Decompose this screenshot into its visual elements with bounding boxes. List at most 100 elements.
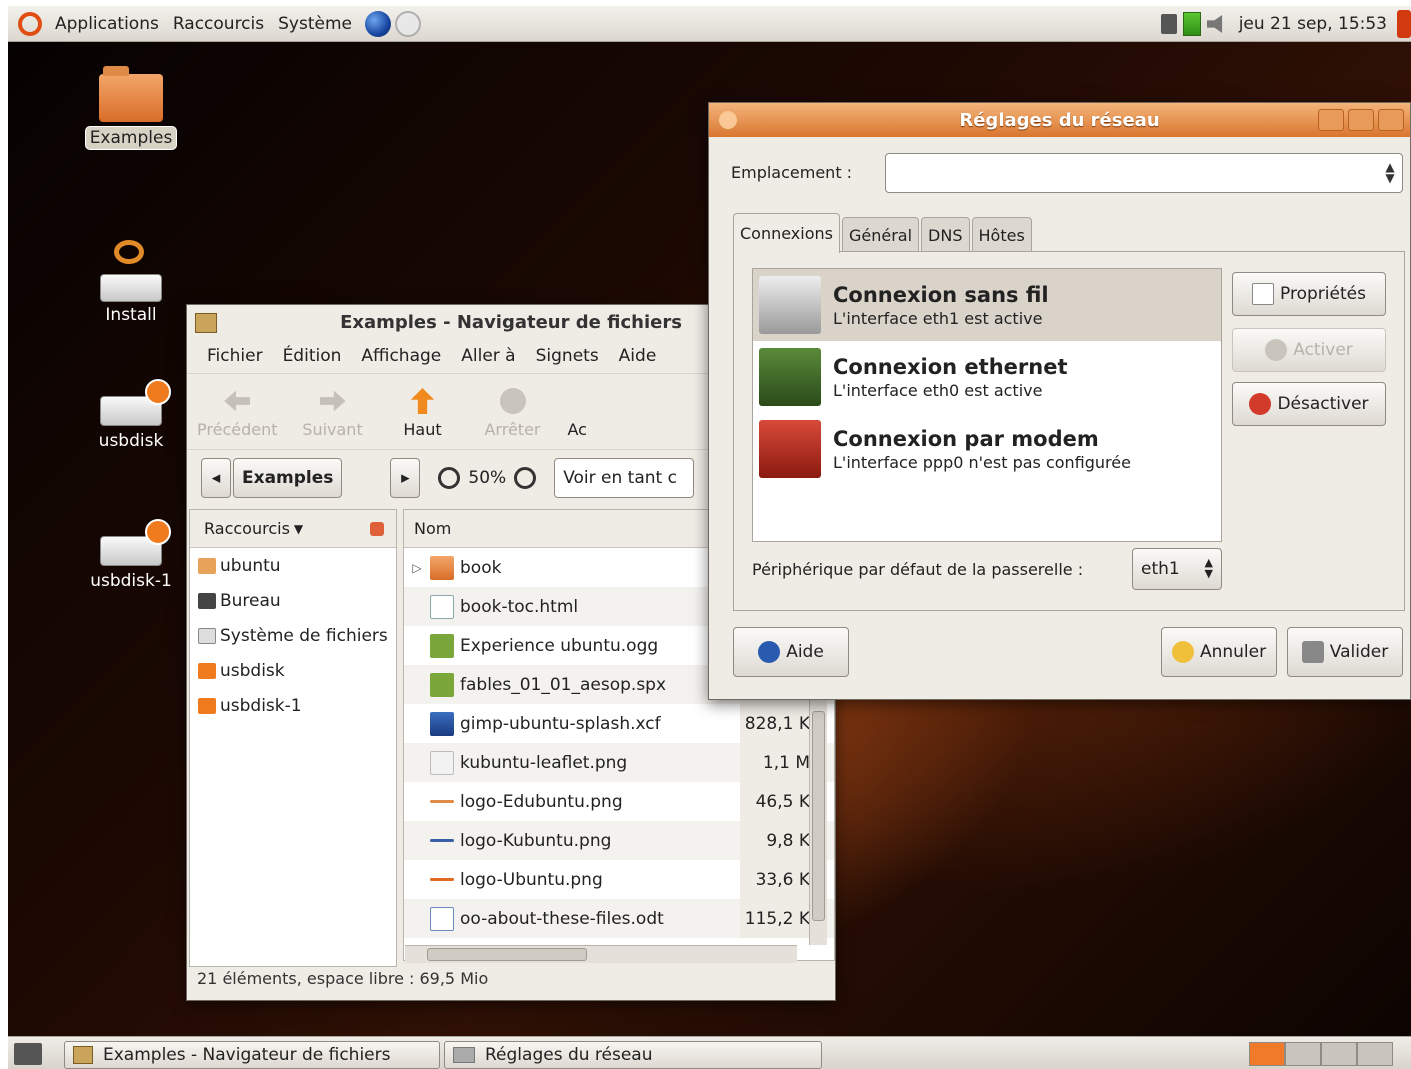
file-row[interactable]: logo-Kubuntu.png 9,8 K (404, 821, 834, 860)
menu-raccourcis[interactable]: Raccourcis (166, 14, 271, 34)
file-name: kubuntu-leaflet.png (460, 752, 628, 773)
clock[interactable]: jeu 21 sep, 15:53 (1235, 14, 1391, 34)
view-as-select[interactable]: Voir en tant c (554, 457, 695, 498)
workspace-4[interactable] (1357, 1042, 1393, 1066)
chevron-right-icon: ▸ (401, 467, 410, 488)
path-right-button[interactable]: ▸ (390, 457, 421, 498)
show-desktop-icon[interactable] (14, 1043, 42, 1065)
file-row[interactable]: logo-Edubuntu.png 46,5 K (404, 782, 834, 821)
file-manager-app-icon[interactable] (195, 313, 217, 333)
chevron-down-icon: ▼ (293, 521, 304, 536)
image-file-icon (430, 711, 454, 736)
location-select[interactable]: ▲ ▼ (885, 153, 1403, 193)
menu-fichier[interactable]: Fichier (197, 346, 273, 366)
maximize-icon[interactable] (1348, 109, 1374, 131)
scrollbar-thumb[interactable] (427, 948, 587, 961)
image-file-icon (430, 800, 454, 803)
taskbar-item-file-manager[interactable]: Examples - Navigateur de fichiers (64, 1041, 440, 1069)
desktop-icon-usbdisk[interactable]: usbdisk (76, 379, 186, 452)
workspace-1[interactable] (1249, 1042, 1285, 1066)
sidebar-item-ubuntu[interactable]: ubuntu (190, 548, 396, 583)
web-browser-icon[interactable] (364, 10, 391, 37)
dialog-titlebar[interactable]: Réglages du réseau (709, 103, 1410, 137)
activate-button[interactable]: Activer (1232, 328, 1386, 372)
desktop-icon-usbdisk-1[interactable]: usbdisk-1 (76, 519, 186, 592)
workspace-2[interactable] (1285, 1042, 1321, 1066)
menu-edition[interactable]: Édition (273, 346, 352, 366)
install-icon (96, 240, 166, 302)
scrollbar-thumb[interactable] (812, 711, 825, 921)
usb-drive-icon (198, 697, 216, 714)
menu-signets[interactable]: Signets (526, 346, 609, 366)
help-launcher-icon[interactable] (394, 10, 421, 37)
connections-pane: Connexion sans fil L'interface eth1 est … (733, 251, 1405, 611)
menu-applications[interactable]: Applications (48, 14, 166, 34)
file-row[interactable]: gimp-ubuntu-splash.xcf 828,1 K (404, 704, 834, 743)
deactivate-button[interactable]: Désactiver (1232, 382, 1386, 426)
folder-icon (430, 555, 454, 580)
reload-button[interactable]: Ac (568, 388, 598, 439)
tab-dns[interactable]: DNS (921, 217, 970, 253)
zoom-level[interactable]: 50% (468, 468, 506, 488)
close-icon[interactable] (370, 522, 384, 536)
connection-title: Connexion sans fil (833, 282, 1049, 307)
window-menu-icon[interactable] (719, 111, 737, 129)
menu-systeme[interactable]: Système (271, 14, 359, 34)
cancel-button[interactable]: Annuler (1161, 627, 1277, 677)
validate-button[interactable]: Valider (1287, 627, 1403, 677)
audio-file-icon (430, 633, 454, 658)
menu-affichage[interactable]: Affichage (351, 346, 451, 366)
menu-aller-a[interactable]: Aller à (451, 346, 525, 366)
tab-general[interactable]: Général (841, 217, 920, 253)
sidebar-item-usbdisk[interactable]: usbdisk (190, 653, 396, 688)
sidebar-item-filesystem[interactable]: Système de fichiers (190, 618, 396, 653)
vertical-scrollbar[interactable] (809, 699, 827, 945)
sidebar-header[interactable]: Raccourcis ▼ (190, 510, 396, 548)
battery-icon[interactable] (1182, 12, 1201, 36)
file-row[interactable]: oo-about-these-files.odt 115,2 K (404, 899, 834, 938)
zoom-in-icon[interactable] (514, 466, 537, 489)
workspace-switcher (1249, 1042, 1393, 1066)
desktop-icon-install[interactable]: Install (76, 240, 186, 326)
minimize-icon[interactable] (1318, 109, 1344, 131)
gateway-select[interactable]: eth1 ▲ ▼ (1132, 548, 1222, 590)
up-label: Haut (403, 420, 442, 439)
close-icon[interactable] (1378, 109, 1404, 131)
connection-modem[interactable]: Connexion par modem L'interface ppp0 n'e… (753, 413, 1221, 485)
connection-wireless[interactable]: Connexion sans fil L'interface eth1 est … (753, 269, 1221, 341)
activate-label: Activer (1293, 340, 1353, 360)
tab-connexions[interactable]: Connexions (733, 213, 840, 253)
ok-icon (1301, 641, 1324, 663)
ubuntu-logo-icon[interactable] (18, 11, 42, 36)
sidebar-item-bureau[interactable]: Bureau (190, 583, 396, 618)
network-status-icon[interactable] (1160, 14, 1177, 34)
zoom-out-icon[interactable] (438, 466, 461, 489)
system-tray: jeu 21 sep, 15:53 (1160, 6, 1411, 42)
horizontal-scrollbar[interactable] (405, 945, 797, 963)
menu-aide[interactable]: Aide (609, 346, 667, 366)
sidebar-item-usbdisk-1[interactable]: usbdisk-1 (190, 688, 396, 723)
back-button[interactable]: Précédent (197, 388, 278, 439)
desktop-icon-label: usbdisk (98, 431, 164, 451)
up-button[interactable]: Haut (388, 388, 458, 439)
logout-icon[interactable] (1397, 10, 1411, 38)
desktop-icon-examples[interactable]: Examples (76, 66, 186, 150)
forward-button[interactable]: Suivant (298, 388, 368, 439)
path-button-examples[interactable]: Examples (233, 457, 343, 498)
tab-hotes[interactable]: Hôtes (971, 217, 1032, 253)
expander-icon[interactable]: ▷ (404, 561, 430, 575)
connection-subtitle: L'interface eth1 est active (833, 308, 1043, 328)
connection-ethernet[interactable]: Connexion ethernet L'interface eth0 est … (753, 341, 1221, 413)
taskbar-item-network[interactable]: Réglages du réseau (444, 1041, 822, 1069)
help-button[interactable]: Aide (733, 627, 849, 677)
path-left-button[interactable]: ◂ (201, 457, 231, 498)
stop-button[interactable]: Arrêter (478, 388, 548, 439)
document-file-icon (430, 906, 454, 931)
file-row[interactable]: kubuntu-leaflet.png 1,1 M (404, 743, 834, 782)
volume-icon[interactable] (1206, 15, 1223, 33)
file-row[interactable]: logo-Ubuntu.png 33,6 K (404, 860, 834, 899)
workspace-3[interactable] (1321, 1042, 1357, 1066)
sidebar-item-label: usbdisk-1 (220, 695, 302, 716)
properties-button[interactable]: Propriétés (1232, 272, 1386, 316)
dialog-title: Réglages du réseau (959, 109, 1160, 131)
